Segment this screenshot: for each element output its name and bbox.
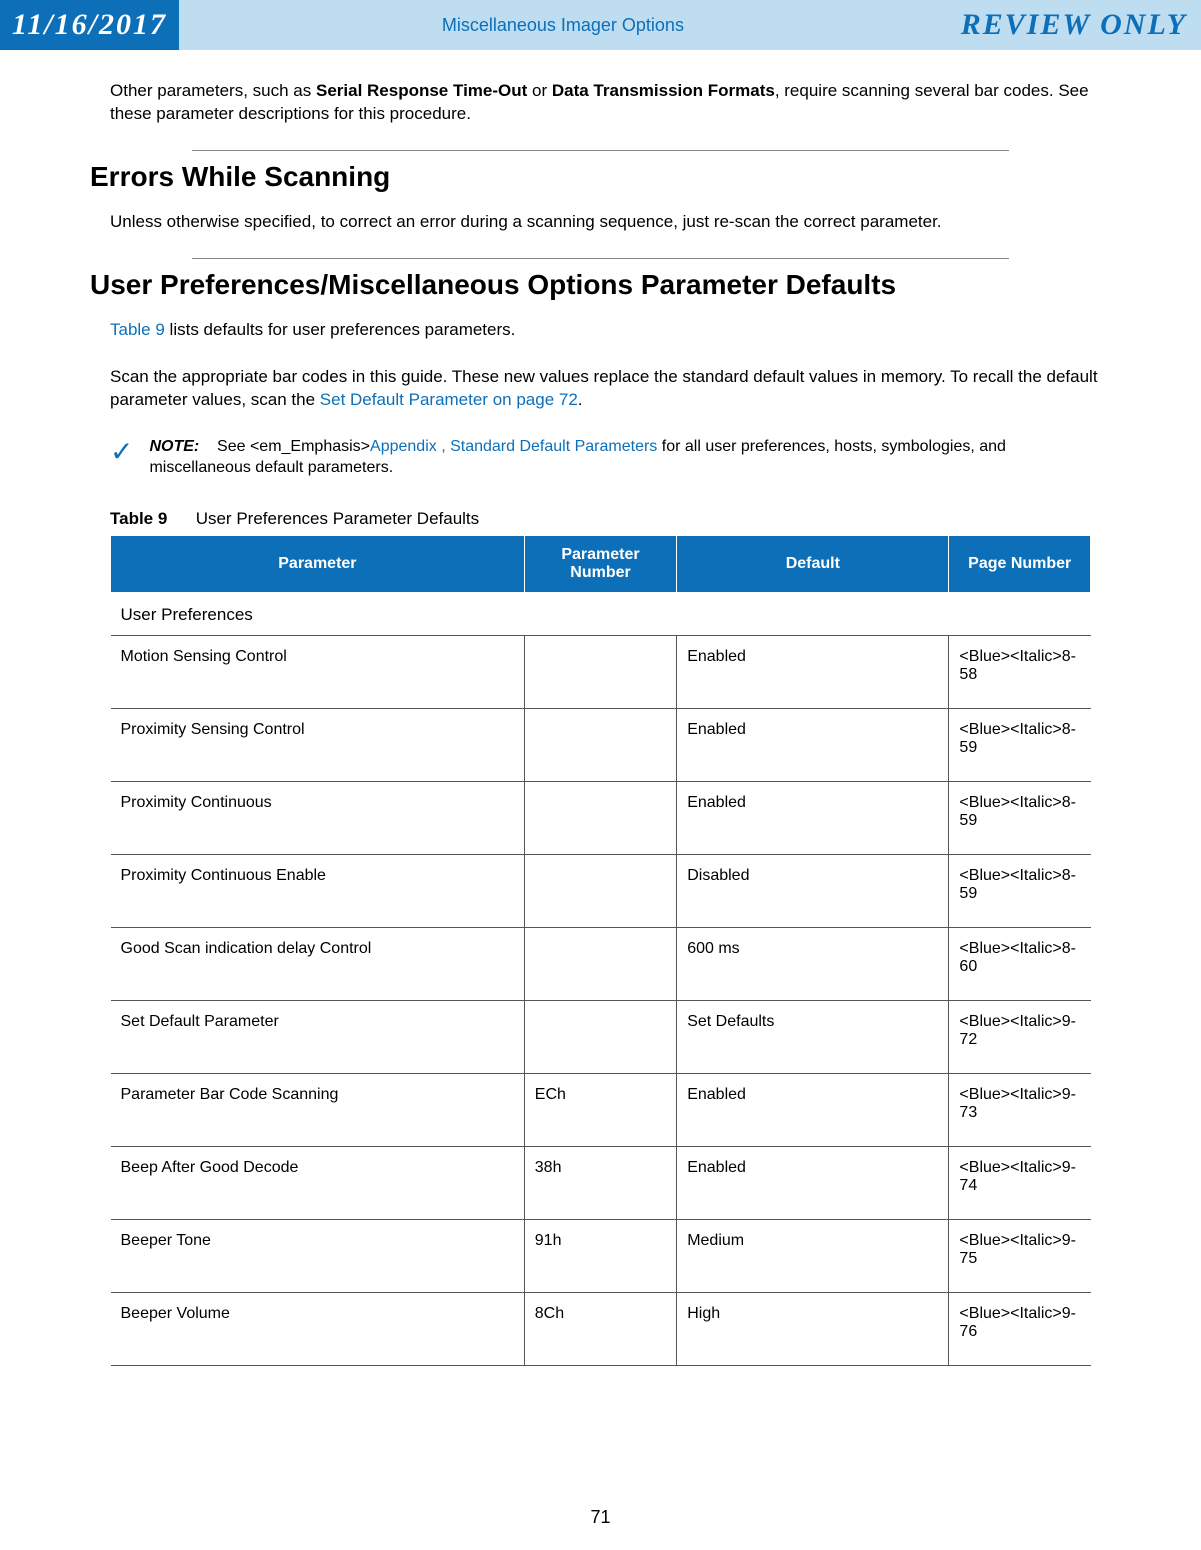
table-row: Proximity Continuous Enabled<Blue><Italic…	[111, 781, 1091, 854]
checkmark-icon: ✓	[110, 436, 133, 466]
intro-bold2: Data Transmission Formats	[552, 81, 775, 100]
note-pre: See <em_Emphasis>	[217, 438, 370, 455]
prefs-p1: Table 9 lists defaults for user preferen…	[90, 319, 1111, 342]
param-table: Parameter Parameter Number Default Page …	[110, 535, 1091, 1366]
table-cell-page: <Blue><Italic>8-59	[949, 854, 1091, 927]
intro-prefix: Other parameters, such as	[110, 81, 316, 100]
table-body: User Preferences Motion Sensing Control E…	[111, 592, 1091, 1365]
table-row: Beep After Good Decode38hEnabled<Blue><I…	[111, 1146, 1091, 1219]
table-cell-default: High	[677, 1292, 949, 1365]
table-caption: Table 9 User Preferences Parameter Defau…	[110, 509, 1111, 529]
table-row: Good Scan indication delay Control 600 ms…	[111, 927, 1091, 1000]
table-cell-param: Set Default Parameter	[111, 1000, 525, 1073]
table-cell-param: Proximity Continuous	[111, 781, 525, 854]
table-cell-param: Good Scan indication delay Control	[111, 927, 525, 1000]
table-cell-pnum: ECh	[524, 1073, 676, 1146]
th-default: Default	[677, 535, 949, 592]
prefs-p2-post: .	[578, 390, 583, 409]
heading-errors: Errors While Scanning	[90, 161, 1111, 193]
table-cell-page: <Blue><Italic>8-59	[949, 781, 1091, 854]
table-row: Motion Sensing Control Enabled<Blue><Ital…	[111, 635, 1091, 708]
intro-bold1: Serial Response Time-Out	[316, 81, 527, 100]
table-header-row: Parameter Parameter Number Default Page …	[111, 535, 1091, 592]
table-cell-default: 600 ms	[677, 927, 949, 1000]
note-label: NOTE:	[149, 438, 199, 455]
table-row: Set Default Parameter Set Defaults<Blue><…	[111, 1000, 1091, 1073]
table-cell-default: Enabled	[677, 781, 949, 854]
prefs-p1-rest: lists defaults for user preferences para…	[165, 320, 516, 339]
intro-mid: or	[527, 81, 552, 100]
table-cell-default: Enabled	[677, 708, 949, 781]
table-row: Proximity Continuous Enable Disabled<Blue…	[111, 854, 1091, 927]
table-cell-pnum: 8Ch	[524, 1292, 676, 1365]
table-row: Proximity Sensing Control Enabled<Blue><I…	[111, 708, 1091, 781]
table-cell-pnum	[524, 781, 676, 854]
table-section-label: User Preferences	[111, 592, 1091, 635]
table-cell-pnum	[524, 708, 676, 781]
table-cell-page: <Blue><Italic>9-75	[949, 1219, 1091, 1292]
table-cell-param: Proximity Sensing Control	[111, 708, 525, 781]
table9-link[interactable]: Table 9	[110, 320, 165, 339]
divider	[192, 150, 1009, 151]
table-cell-page: <Blue><Italic>8-59	[949, 708, 1091, 781]
divider	[192, 258, 1009, 259]
table-cell-param: Parameter Bar Code Scanning	[111, 1073, 525, 1146]
table-cell-param: Beep After Good Decode	[111, 1146, 525, 1219]
table-caption-label: Table 9	[110, 509, 167, 528]
header-review-label: REVIEW ONLY	[947, 0, 1201, 50]
table-section-row: User Preferences	[111, 592, 1091, 635]
page-content: Other parameters, such as Serial Respons…	[0, 50, 1201, 1366]
table-cell-default: Enabled	[677, 1146, 949, 1219]
table-cell-page: <Blue><Italic>9-74	[949, 1146, 1091, 1219]
table-cell-pnum	[524, 854, 676, 927]
table-cell-page: <Blue><Italic>9-76	[949, 1292, 1091, 1365]
errors-text: Unless otherwise specified, to correct a…	[90, 211, 1111, 234]
note-block: ✓ NOTE: See <em_Emphasis>Appendix , Stan…	[90, 436, 1111, 479]
th-page-number: Page Number	[949, 535, 1091, 592]
table-cell-pnum	[524, 635, 676, 708]
header-date: 11/16/2017	[0, 0, 179, 50]
table-cell-default: Medium	[677, 1219, 949, 1292]
appendix-link[interactable]: Appendix , Standard Default Parameters	[370, 438, 657, 455]
note-text: NOTE: See <em_Emphasis>Appendix , Standa…	[149, 436, 1111, 479]
header-bar: 11/16/2017 Miscellaneous Imager Options …	[0, 0, 1201, 50]
table-cell-page: <Blue><Italic>8-60	[949, 927, 1091, 1000]
table-caption-text: User Preferences Parameter Defaults	[196, 509, 479, 528]
table-row: Beeper Tone91hMedium<Blue><Italic>9-75	[111, 1219, 1091, 1292]
heading-prefs: User Preferences/Miscellaneous Options P…	[90, 269, 1111, 301]
table-cell-param: Beeper Volume	[111, 1292, 525, 1365]
intro-paragraph: Other parameters, such as Serial Respons…	[90, 80, 1111, 126]
table-cell-param: Proximity Continuous Enable	[111, 854, 525, 927]
table-cell-param: Beeper Tone	[111, 1219, 525, 1292]
table-cell-pnum	[524, 1000, 676, 1073]
table-cell-default: Set Defaults	[677, 1000, 949, 1073]
th-param-number: Parameter Number	[524, 535, 676, 592]
table-row: Beeper Volume8ChHigh<Blue><Italic>9-76	[111, 1292, 1091, 1365]
table-cell-pnum: 91h	[524, 1219, 676, 1292]
th-parameter: Parameter	[111, 535, 525, 592]
set-default-link[interactable]: Set Default Parameter on page 72	[320, 390, 578, 409]
page-number: 71	[0, 1507, 1201, 1528]
table-cell-default: Disabled	[677, 854, 949, 927]
table-cell-param: Motion Sensing Control	[111, 635, 525, 708]
table-cell-default: Enabled	[677, 1073, 949, 1146]
table-cell-pnum: 38h	[524, 1146, 676, 1219]
table-cell-default: Enabled	[677, 635, 949, 708]
table-row: Parameter Bar Code ScanningEChEnabled<Bl…	[111, 1073, 1091, 1146]
table-cell-pnum	[524, 927, 676, 1000]
table-cell-page: <Blue><Italic>8-58	[949, 635, 1091, 708]
prefs-p2: Scan the appropriate bar codes in this g…	[90, 366, 1111, 412]
table-cell-page: <Blue><Italic>9-73	[949, 1073, 1091, 1146]
header-title: Miscellaneous Imager Options	[179, 0, 947, 50]
table-cell-page: <Blue><Italic>9-72	[949, 1000, 1091, 1073]
prefs-p2-pre: Scan the appropriate bar codes in this g…	[110, 367, 1098, 409]
